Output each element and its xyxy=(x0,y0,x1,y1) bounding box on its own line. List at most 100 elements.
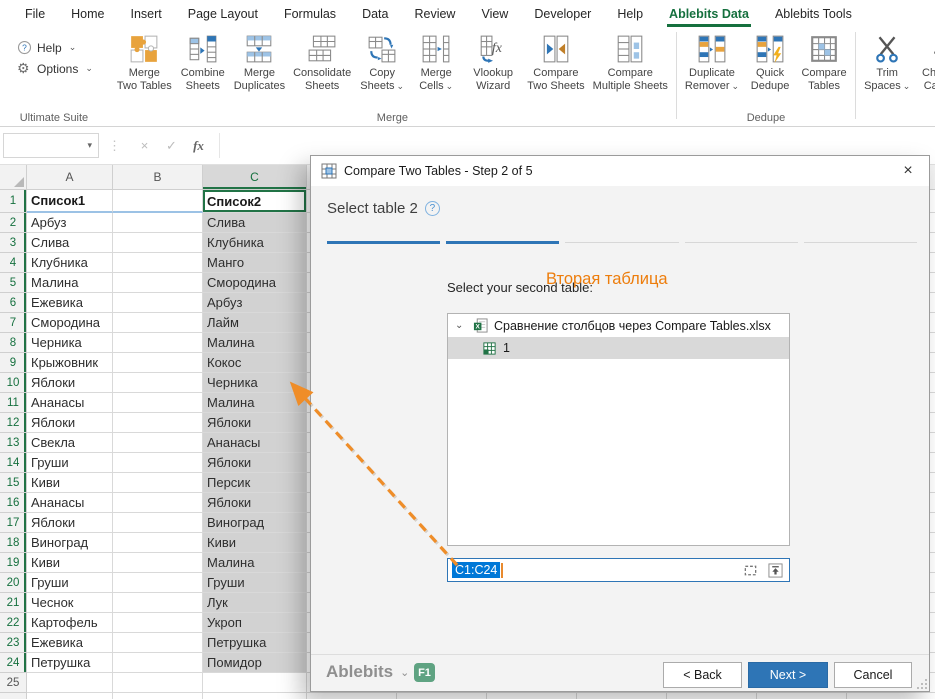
cell-A20[interactable]: Груши xyxy=(27,573,113,593)
cell-C17[interactable]: Виноград xyxy=(203,513,307,533)
cell-D26[interactable] xyxy=(307,693,397,699)
cell-A9[interactable]: Крыжовник xyxy=(27,353,113,373)
collapse-dialog-button[interactable] xyxy=(765,562,785,579)
range-input[interactable]: C1:C24 xyxy=(447,558,790,582)
cell-F26[interactable] xyxy=(487,693,577,699)
cell-B3[interactable] xyxy=(113,233,203,253)
cell-A1[interactable]: Список1 xyxy=(27,190,113,213)
row-header-18[interactable]: 18 xyxy=(0,533,27,553)
cell-B18[interactable] xyxy=(113,533,203,553)
quick-dedupe-button[interactable]: QuickDedupe xyxy=(743,30,797,92)
cell-A2[interactable]: Арбуз xyxy=(27,213,113,233)
cell-B11[interactable] xyxy=(113,393,203,413)
chevron-down-icon[interactable]: ⌄ xyxy=(455,320,467,331)
cell-B14[interactable] xyxy=(113,453,203,473)
cell-B19[interactable] xyxy=(113,553,203,573)
cell-C24[interactable]: Помидор xyxy=(203,653,307,673)
cell-C5[interactable]: Смородина xyxy=(203,273,307,293)
cell-B12[interactable] xyxy=(113,413,203,433)
help-circle-icon[interactable]: ? xyxy=(425,201,440,216)
menu-tab-home[interactable]: Home xyxy=(58,0,117,27)
merge-cells-button[interactable]: MergeCells⌄ xyxy=(409,30,463,92)
cell-A12[interactable]: Яблоки xyxy=(27,413,113,433)
back-button[interactable]: < Back xyxy=(663,662,742,688)
ablebits-brand-menu[interactable]: Ablebits ⌄ xyxy=(326,662,409,682)
select-all-corner[interactable] xyxy=(0,165,27,190)
row-header-2[interactable]: 2 xyxy=(0,213,27,233)
cell-A23[interactable]: Ежевика xyxy=(27,633,113,653)
cell-A4[interactable]: Клубника xyxy=(27,253,113,273)
row-header-1[interactable]: 1 xyxy=(0,190,27,213)
row-header-20[interactable]: 20 xyxy=(0,573,27,593)
menu-tab-help[interactable]: Help xyxy=(604,0,656,27)
menu-tab-developer[interactable]: Developer xyxy=(521,0,604,27)
row-header-11[interactable]: 11 xyxy=(0,393,27,413)
row-header-3[interactable]: 3 xyxy=(0,233,27,253)
cell-C7[interactable]: Лайм xyxy=(203,313,307,333)
cell-A26[interactable] xyxy=(27,693,113,699)
cell-A24[interactable]: Петрушка xyxy=(27,653,113,673)
insert-function-button[interactable]: fx xyxy=(185,138,212,154)
cell-B7[interactable] xyxy=(113,313,203,333)
row-header-9[interactable]: 9 xyxy=(0,353,27,373)
cell-G26[interactable] xyxy=(577,693,667,699)
menu-tab-insert[interactable]: Insert xyxy=(118,0,175,27)
cell-C6[interactable]: Арбуз xyxy=(203,293,307,313)
cell-A3[interactable]: Слива xyxy=(27,233,113,253)
cell-B16[interactable] xyxy=(113,493,203,513)
cell-A8[interactable]: Черника xyxy=(27,333,113,353)
cell-C2[interactable]: Слива xyxy=(203,213,307,233)
row-header-15[interactable]: 15 xyxy=(0,473,27,493)
cell-C4[interactable]: Манго xyxy=(203,253,307,273)
menu-tab-ablebits-tools[interactable]: Ablebits Tools xyxy=(762,0,865,27)
cell-B20[interactable] xyxy=(113,573,203,593)
cell-B15[interactable] xyxy=(113,473,203,493)
cell-B10[interactable] xyxy=(113,373,203,393)
cell-A15[interactable]: Киви xyxy=(27,473,113,493)
f1-help-badge[interactable]: F1 xyxy=(414,663,435,682)
cell-C26[interactable] xyxy=(203,693,307,699)
row-header-24[interactable]: 24 xyxy=(0,653,27,673)
compare-tables-button[interactable]: CompareTables xyxy=(797,30,851,92)
row-header-16[interactable]: 16 xyxy=(0,493,27,513)
cell-J26[interactable] xyxy=(847,693,935,699)
menu-tab-page-layout[interactable]: Page Layout xyxy=(175,0,271,27)
help-menu-button[interactable]: ? Help ⌄ xyxy=(17,40,93,55)
cancel-button[interactable]: Cancel xyxy=(834,662,912,688)
cell-A10[interactable]: Яблоки xyxy=(27,373,113,393)
row-header-4[interactable]: 4 xyxy=(0,253,27,273)
cell-A16[interactable]: Ананасы xyxy=(27,493,113,513)
menu-tab-data[interactable]: Data xyxy=(349,0,401,27)
row-header-14[interactable]: 14 xyxy=(0,453,27,473)
cell-C14[interactable]: Яблоки xyxy=(203,453,307,473)
row-header-12[interactable]: 12 xyxy=(0,413,27,433)
cell-C13[interactable]: Ананасы xyxy=(203,433,307,453)
compare-two-sheets-button[interactable]: CompareTwo Sheets xyxy=(523,30,588,92)
cell-C11[interactable]: Малина xyxy=(203,393,307,413)
cell-A22[interactable]: Картофель xyxy=(27,613,113,633)
cell-B13[interactable] xyxy=(113,433,203,453)
cell-B22[interactable] xyxy=(113,613,203,633)
cell-B5[interactable] xyxy=(113,273,203,293)
next-button[interactable]: Next > xyxy=(748,662,828,688)
row-header-21[interactable]: 21 xyxy=(0,593,27,613)
cell-B9[interactable] xyxy=(113,353,203,373)
cell-C3[interactable]: Клубника xyxy=(203,233,307,253)
cell-C18[interactable]: Киви xyxy=(203,533,307,553)
row-header-7[interactable]: 7 xyxy=(0,313,27,333)
merge-two-tables-button[interactable]: MergeTwo Tables xyxy=(113,30,176,92)
cell-A11[interactable]: Ананасы xyxy=(27,393,113,413)
cell-C8[interactable]: Малина xyxy=(203,333,307,353)
cell-C12[interactable]: Яблоки xyxy=(203,413,307,433)
name-box-dropdown-icon[interactable]: ▾ xyxy=(81,140,98,151)
merge-duplicates-button[interactable]: MergeDuplicates xyxy=(230,30,289,92)
row-header-22[interactable]: 22 xyxy=(0,613,27,633)
row-header-25[interactable]: 25 xyxy=(0,673,27,693)
cell-A19[interactable]: Киви xyxy=(27,553,113,573)
vlookup-wizard-button[interactable]: fxVlookupWizard xyxy=(466,30,520,92)
cell-B1[interactable] xyxy=(113,190,203,213)
resize-grip[interactable] xyxy=(917,679,927,689)
cell-C22[interactable]: Укроп xyxy=(203,613,307,633)
column-header-C[interactable]: C xyxy=(203,165,307,190)
cell-H26[interactable] xyxy=(667,693,757,699)
